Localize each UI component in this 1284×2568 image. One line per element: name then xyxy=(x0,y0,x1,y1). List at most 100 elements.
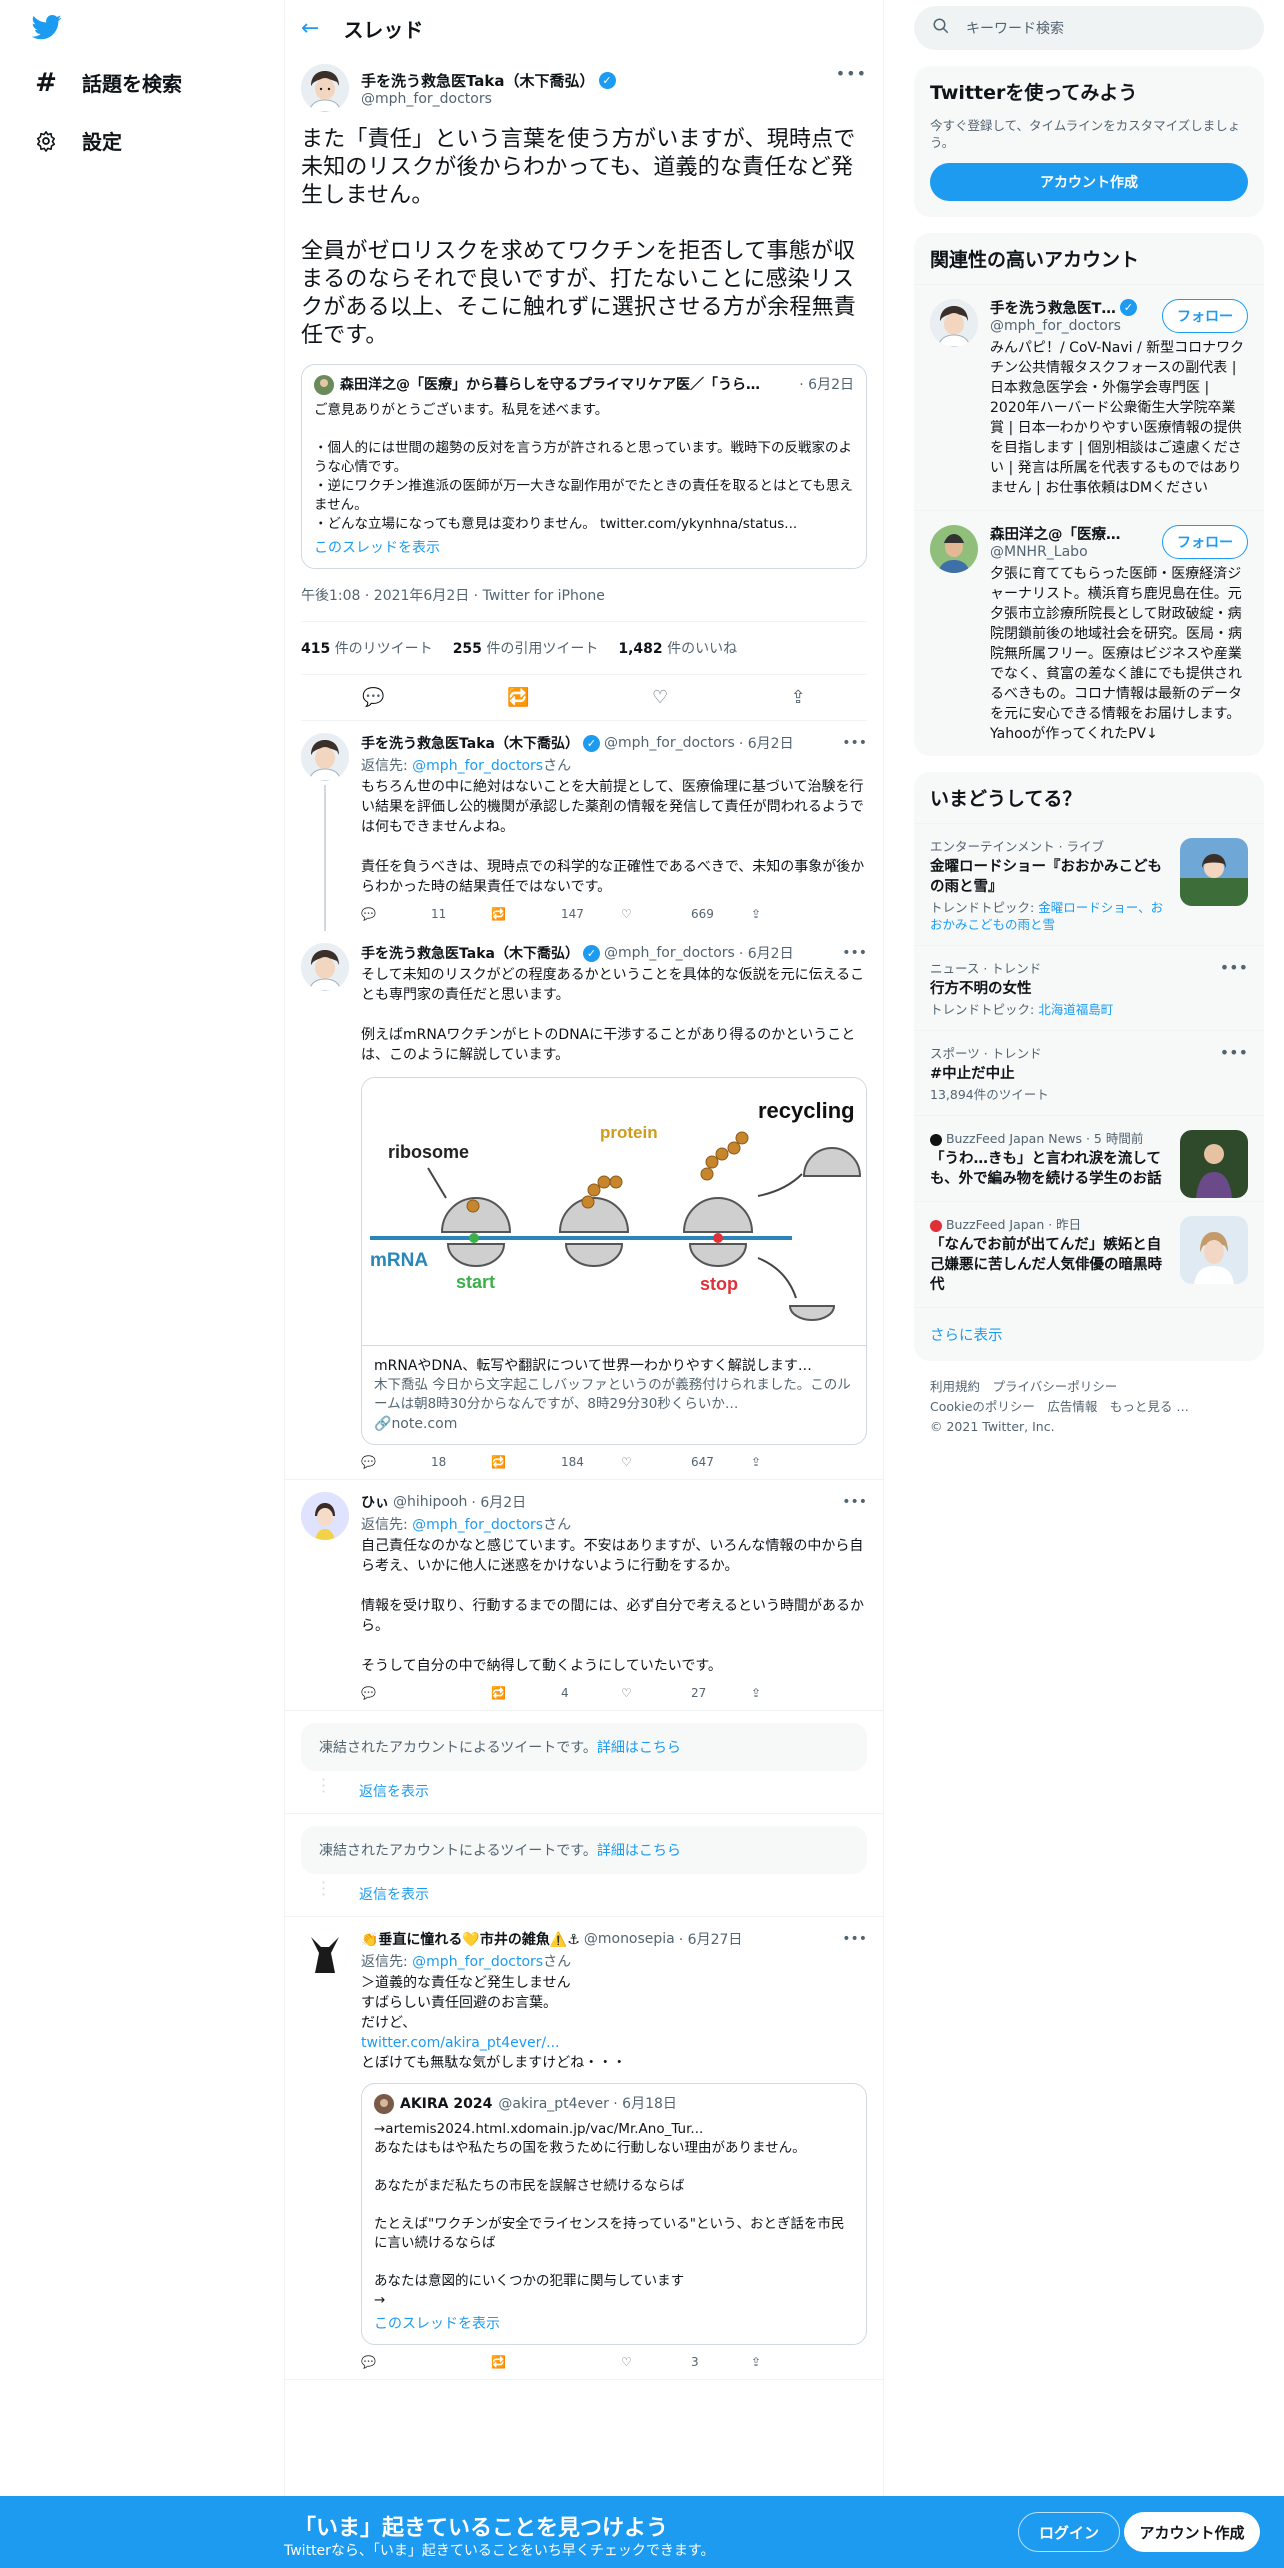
quoted-handle: @akira_pt4ever · 6月18日 xyxy=(498,2096,677,2112)
retweet-button[interactable]: 🔁 4 xyxy=(491,1686,621,1700)
retweet-button[interactable]: 🔁 184 xyxy=(491,1455,621,1469)
user-handle[interactable]: @mph_for_doctors xyxy=(604,735,735,751)
follow-button[interactable]: フォロー xyxy=(1162,299,1248,333)
signup-subtitle: 今すぐ登録して、タイムラインをカスタマイズしましょう。 xyxy=(930,118,1241,150)
reply-button[interactable]: 💬 11 xyxy=(361,907,491,921)
avatar[interactable] xyxy=(301,733,349,781)
trend-item[interactable]: BuzzFeed Japan · 昨日 「なんでお前が出てんだ」嫉妬と自己嫌悪に… xyxy=(914,1201,1264,1307)
avatar[interactable] xyxy=(301,64,349,112)
more-options-icon[interactable]: ••• xyxy=(1220,1043,1248,1062)
create-account-button[interactable]: アカウント作成 xyxy=(930,163,1248,201)
trend-title: 金曜ロードショー『おおかみこどもの雨と雪』 xyxy=(930,859,1162,895)
tweet-date[interactable]: · 6月27日 xyxy=(679,1929,743,1949)
footer-links-1[interactable]: 利用規約 プライバシーポリシー xyxy=(930,1377,1248,1397)
avatar[interactable] xyxy=(930,299,978,347)
like-button[interactable]: ♡ 647 xyxy=(621,1455,751,1469)
more-options-icon[interactable]: ••• xyxy=(842,1931,867,1947)
reply-button[interactable]: 💬 xyxy=(361,2355,491,2369)
display-name[interactable]: 手を洗う救急医Taka（木下喬弘） xyxy=(361,733,579,753)
reply-button[interactable]: 💬 xyxy=(361,1686,491,1700)
avatar[interactable] xyxy=(301,943,349,991)
reply-to-link[interactable]: @mph_for_doctors xyxy=(412,1954,543,1970)
reply-icon[interactable]: 💬 xyxy=(362,687,384,708)
quote-stat[interactable]: 255 件の引用ツイート xyxy=(453,638,599,658)
quoted-tweet[interactable]: AKIRA 2024 @akira_pt4ever · 6月18日 →artem… xyxy=(361,2083,867,2345)
trend-item[interactable]: BuzzFeed Japan News · 5 時間前 「うわ…きも」と言われ涙… xyxy=(914,1115,1264,1201)
related-account[interactable]: 手を洗う救急医T… ✓ @mph_for_doctors みんパピ！/ CoV-N… xyxy=(914,284,1264,510)
like-button[interactable]: ♡ 3 xyxy=(621,2355,751,2369)
avatar[interactable] xyxy=(301,1492,349,1540)
footer-links-2[interactable]: Cookieのポリシー 広告情報 もっと見る … xyxy=(930,1397,1248,1417)
user-handle[interactable]: @mph_for_doctors xyxy=(361,91,616,107)
like-button[interactable]: ♡ 27 xyxy=(621,1686,751,1700)
more-options-icon[interactable]: ••• xyxy=(1220,958,1248,977)
share-icon[interactable]: ⇪ xyxy=(791,687,806,708)
related-account[interactable]: 森田洋之@「医療… @MNHR_Labo 夕張に育ててもらった医師・医療経済ジャ… xyxy=(914,510,1264,756)
trend-sub-link[interactable]: 北海道福島町 xyxy=(1038,1002,1113,1017)
share-button[interactable]: ⇪ xyxy=(751,1455,881,1469)
trend-item[interactable]: スポーツ · トレンド #中止だ中止 13,894件のツイート ••• xyxy=(914,1030,1264,1115)
reply-button[interactable]: 💬 18 xyxy=(361,1455,491,1469)
show-replies[interactable]: · · · 返信を表示 xyxy=(285,1771,883,1814)
signup-button[interactable]: アカウント作成 xyxy=(1124,2512,1260,2552)
like-icon: ♡ xyxy=(621,1686,632,1700)
show-more-link[interactable]: さらに表示 xyxy=(914,1307,1264,1361)
reply-tweet[interactable]: 手を洗う救急医Taka（木下喬弘） ✓ @mph_for_doctors · 6… xyxy=(285,721,883,931)
link-card[interactable]: ribosome protein recycling mRNA start st… xyxy=(361,1077,867,1445)
avatar[interactable] xyxy=(930,525,978,573)
tweet-stats: 415 件のリツイート 255 件の引用ツイート 1,482 件のいいね xyxy=(301,622,867,675)
like-button[interactable]: ♡ 669 xyxy=(621,907,751,921)
learn-more-link[interactable]: 詳細はこちら xyxy=(597,1843,681,1859)
like-stat[interactable]: 1,482 件のいいね xyxy=(618,638,737,658)
twitter-logo-icon[interactable] xyxy=(30,12,64,42)
show-replies[interactable]: · · · 返信を表示 xyxy=(285,1874,883,1917)
tweet-date[interactable]: · 6月2日 xyxy=(739,943,794,963)
share-button[interactable]: ⇪ xyxy=(751,2355,881,2369)
tweet-date[interactable]: · 6月2日 xyxy=(471,1492,526,1512)
retweet-button[interactable]: 🔁 xyxy=(491,2355,621,2369)
share-button[interactable]: ⇪ xyxy=(751,1686,881,1700)
tweet-actions: 💬 11 🔁 147 ♡ 669 ⇪ xyxy=(361,907,867,921)
search-input[interactable]: キーワード検索 xyxy=(914,6,1264,50)
more-options-icon[interactable]: ••• xyxy=(842,945,867,961)
tweet-link[interactable]: twitter.com/akira_pt4ever/... xyxy=(361,2035,560,2051)
reply-tweet[interactable]: ひぃ @hihipooh · 6月2日 ••• 返信先: @mph_for_do… xyxy=(285,1480,883,1711)
reply-tweet[interactable]: 手を洗う救急医Taka（木下喬弘） ✓ @mph_for_doctors · 6… xyxy=(285,931,883,1480)
more-options-icon[interactable]: ••• xyxy=(842,1494,867,1510)
share-button[interactable]: ⇪ xyxy=(751,907,881,921)
display-name[interactable]: 手を洗う救急医Taka（木下喬弘） xyxy=(361,943,579,963)
trend-category: エンターテインメント · ライブ xyxy=(930,839,1105,854)
trend-item[interactable]: ニュース · トレンド 行方不明の女性 トレンドトピック: 北海道福島町 ••• xyxy=(914,945,1264,1030)
user-handle[interactable]: @monosepia xyxy=(584,1931,675,1947)
show-thread-link[interactable]: このスレッドを表示 xyxy=(314,538,854,558)
display-name-text: 手を洗う救急医Taka（木下喬弘） xyxy=(361,71,595,90)
retweet-stat[interactable]: 415 件のリツイート xyxy=(301,638,433,658)
display-name[interactable]: 手を洗う救急医Taka（木下喬弘） ✓ xyxy=(361,70,616,91)
follow-button[interactable]: フォロー xyxy=(1162,525,1248,559)
user-handle[interactable]: @mph_for_doctors xyxy=(604,945,735,961)
avatar[interactable] xyxy=(301,1929,349,1977)
tweet-date[interactable]: · 6月2日 xyxy=(739,733,794,753)
back-arrow-icon[interactable]: ← xyxy=(301,16,319,41)
retweet-button[interactable]: 🔁 147 xyxy=(491,907,621,921)
retweet-icon[interactable]: 🔁 xyxy=(507,687,529,708)
like-icon[interactable]: ♡ xyxy=(652,687,668,708)
reply-tweet[interactable]: 👏垂直に憧れる💛市井の雑魚⚠️⚓ @monosepia · 6月27日 ••• … xyxy=(285,1917,883,2380)
login-button[interactable]: ログイン xyxy=(1018,2512,1120,2552)
related-title: 関連性の高いアカウント xyxy=(930,249,1140,271)
quoted-tweet[interactable]: 森田洋之@「医療」から暮らしを守るプライマリケア医／「うら… · 6月2日 ご意… xyxy=(301,364,867,569)
more-options-icon[interactable]: ••• xyxy=(836,64,867,83)
display-name[interactable]: ひぃ xyxy=(361,1492,389,1512)
quoted-link[interactable]: twitter.com/ykynhna/status... xyxy=(600,516,797,532)
show-thread-link[interactable]: このスレッドを表示 xyxy=(374,2314,854,2334)
display-name[interactable]: 👏垂直に憧れる💛市井の雑魚⚠️⚓ xyxy=(361,1929,580,1949)
reply-to: 返信先: @mph_for_doctorsさん xyxy=(361,755,867,775)
nav-explore[interactable]: # 話題を検索 xyxy=(34,68,182,98)
learn-more-link[interactable]: 詳細はこちら xyxy=(597,1740,681,1756)
more-options-icon[interactable]: ••• xyxy=(842,735,867,751)
nav-settings[interactable]: 設定 xyxy=(34,126,122,155)
user-handle[interactable]: @hihipooh xyxy=(393,1494,467,1510)
reply-to-link[interactable]: @mph_for_doctors xyxy=(412,758,543,774)
trend-item[interactable]: エンターテインメント · ライブ 金曜ロードショー『おおかみこどもの雨と雪』 ト… xyxy=(914,823,1264,945)
reply-to-link[interactable]: @mph_for_doctors xyxy=(412,1517,543,1533)
